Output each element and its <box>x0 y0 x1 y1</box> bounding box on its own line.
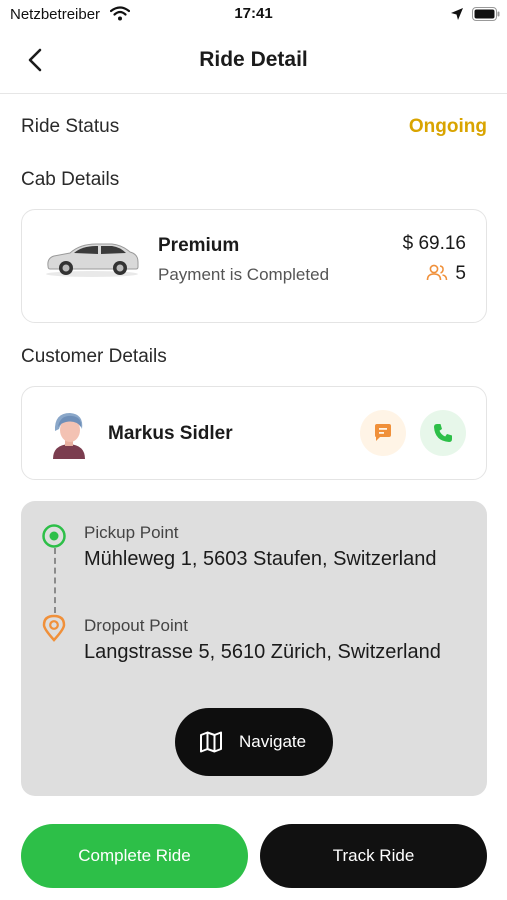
chat-icon <box>375 424 391 441</box>
pickup-address: Mühleweg 1, 5603 Staufen, Switzerland <box>84 548 437 570</box>
pickup-label: Pickup Point <box>84 523 179 542</box>
battery-icon <box>472 7 500 26</box>
dropout-label: Dropout Point <box>84 616 188 635</box>
location-arrow-icon <box>450 7 464 26</box>
ride-status-label: Ride Status <box>21 116 120 137</box>
map-icon <box>200 731 222 753</box>
navigate-label: Navigate <box>239 732 307 751</box>
ride-price: $ 69.16 <box>402 233 466 254</box>
dropout-pin-icon <box>41 614 67 647</box>
cab-details-heading: Cab Details <box>21 169 120 190</box>
top-nav-bar: Ride Detail <box>0 30 507 94</box>
status-bar: Netzbetreiber 17:41 <box>0 0 507 28</box>
route-connector <box>54 548 56 613</box>
customer-details-card: Markus Sidler <box>21 386 487 480</box>
dropout-address: Langstrasse 5, 5610 Zürich, Switzerland <box>84 641 441 663</box>
customer-name: Markus Sidler <box>108 423 233 444</box>
phone-icon <box>434 424 452 442</box>
payment-status: Payment is Completed <box>158 265 330 284</box>
ride-status-value: Ongoing <box>408 116 487 137</box>
car-icon <box>44 240 140 283</box>
call-button[interactable] <box>420 410 466 456</box>
complete-ride-button[interactable]: Complete Ride <box>21 824 248 888</box>
track-ride-button[interactable]: Track Ride <box>260 824 487 888</box>
clock: 17:41 <box>234 5 273 22</box>
page-title: Ride Detail <box>199 48 308 71</box>
cab-type: Premium <box>158 235 240 256</box>
navigate-button[interactable]: Navigate <box>175 708 333 776</box>
avatar <box>46 409 92 459</box>
route-panel: Pickup Point Mühleweg 1, 5603 Staufen, S… <box>21 501 487 796</box>
users-icon <box>426 264 448 287</box>
chat-button[interactable] <box>360 410 406 456</box>
customer-details-heading: Customer Details <box>21 346 167 367</box>
seat-count: 5 <box>455 263 466 284</box>
cab-details-card: Premium Payment is Completed $ 69.16 5 <box>21 209 487 323</box>
